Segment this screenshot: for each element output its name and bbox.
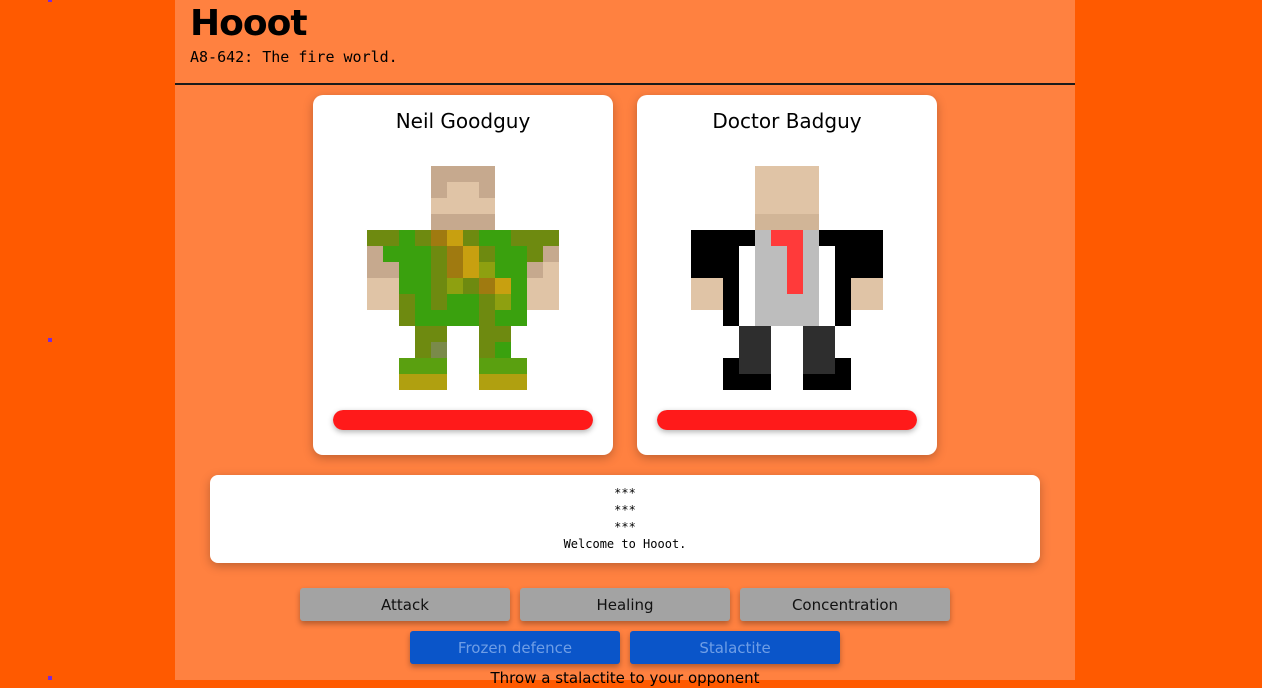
world-subtitle: A8-642: The fire world. bbox=[190, 48, 398, 66]
healing-button[interactable]: Healing bbox=[520, 588, 730, 621]
stalactite-button[interactable]: Stalactite bbox=[630, 631, 840, 664]
suit-red-tie-sprite bbox=[691, 166, 883, 390]
spell-description: Throw a stalactite to your opponent bbox=[490, 669, 760, 687]
soldier-camouflage-sprite bbox=[367, 166, 559, 390]
log-line: Welcome to Hooot. bbox=[563, 537, 687, 551]
message-log: *** *** *** Welcome to Hooot. bbox=[210, 475, 1040, 563]
log-line: *** bbox=[614, 520, 636, 534]
player-card-neil-goodguy: Neil Goodguy bbox=[313, 95, 613, 455]
player-card-doctor-badguy: Doctor Badguy bbox=[637, 95, 937, 455]
decor-dot bbox=[48, 338, 52, 342]
game-panel: Hooot A8-642: The fire world. Neil Goodg… bbox=[175, 0, 1075, 687]
log-line: *** bbox=[614, 503, 636, 517]
attack-button[interactable]: Attack bbox=[300, 588, 510, 621]
health-bar bbox=[657, 410, 917, 430]
frozen-defence-button[interactable]: Frozen defence bbox=[410, 631, 620, 664]
log-line: *** bbox=[614, 486, 636, 500]
player-name: Neil Goodguy bbox=[395, 109, 531, 133]
header: Hooot A8-642: The fire world. bbox=[175, 0, 1075, 85]
decor-dot bbox=[48, 676, 52, 680]
decor-dot bbox=[48, 0, 52, 2]
page-title: Hooot bbox=[190, 3, 308, 44]
concentration-button[interactable]: Concentration bbox=[740, 588, 950, 621]
health-bar bbox=[333, 410, 593, 430]
player-name: Doctor Badguy bbox=[712, 109, 862, 133]
health-bar-fill bbox=[333, 410, 593, 430]
health-bar-fill bbox=[657, 410, 917, 430]
